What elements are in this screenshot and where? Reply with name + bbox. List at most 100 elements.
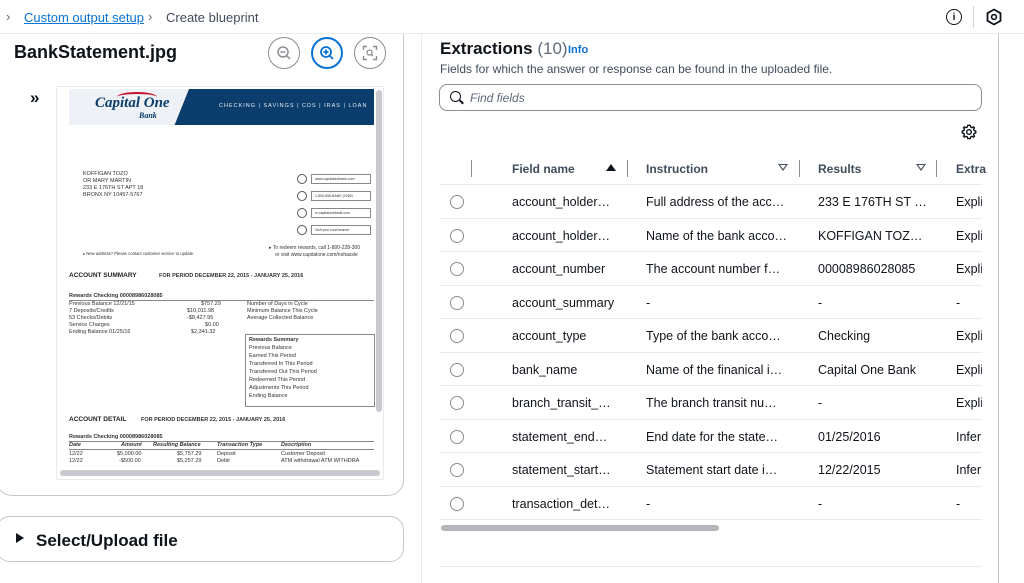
summary-right-label: Minimum Balance This Cycle xyxy=(247,308,318,314)
field-name-cell: transaction_det… xyxy=(512,496,610,511)
summary-value: -$8,427.95 xyxy=(187,315,214,321)
row-select-radio[interactable] xyxy=(450,362,464,377)
result-cell: Capital One Bank xyxy=(818,362,916,377)
breadcrumb-separator-icon: › xyxy=(148,9,153,24)
mobile-icon xyxy=(297,208,307,218)
result-cell: 12/22/2015 xyxy=(818,463,881,477)
instruction-cell: Type of the bank acco… xyxy=(646,329,781,343)
table-row[interactable]: account_holder… Name of the bank acco… K… xyxy=(440,219,982,252)
zoom-in-icon xyxy=(320,46,334,60)
result-cell: Checking xyxy=(818,329,871,343)
address-line: KOFFIGAN TOZO xyxy=(83,171,128,177)
column-header-extraction[interactable]: Extra xyxy=(956,162,986,176)
detail-header: Amount xyxy=(121,442,142,448)
extraction-type-cell: Expli xyxy=(956,362,982,377)
column-header-results[interactable]: Results xyxy=(818,162,861,176)
summary-right-label: Average Collected Balance xyxy=(247,315,314,321)
instruction-cell: Full address of the acc… xyxy=(646,195,785,209)
panel-divider xyxy=(421,34,422,583)
table-row[interactable]: statement_end… End date for the state… 0… xyxy=(440,420,982,453)
bank-header: Capital One Bank CHECKING | SAVINGS | CD… xyxy=(69,89,374,125)
account-summary-title: ACCOUNT SUMMARY xyxy=(69,272,137,279)
info-icon[interactable]: i xyxy=(946,9,962,25)
document-preview[interactable]: Capital One Bank CHECKING | SAVINGS | CD… xyxy=(56,86,384,480)
extraction-type-cell: Expli xyxy=(956,396,982,410)
address-line: OR MARY MARTIN xyxy=(83,178,131,184)
extraction-type-cell: - xyxy=(956,295,961,310)
gear-icon[interactable] xyxy=(961,124,977,140)
preview-vertical-scrollbar[interactable] xyxy=(376,90,382,412)
instruction-cell: Statement start date i… xyxy=(646,463,778,477)
detail-cell: ATM withdrawal ATM WITHDRA xyxy=(281,458,360,464)
file-name-title: BankStatement.jpg xyxy=(14,42,178,62)
account-detail-title: ACCOUNT DETAIL xyxy=(69,416,127,423)
account-summary-period: FOR PERIOD DECEMBER 22, 2015 - JANUARY 2… xyxy=(159,273,304,279)
rewards-checking-label: Rewards Checking 00008986028085 xyxy=(69,293,163,299)
table-row[interactable]: account_type Type of the bank acco… Chec… xyxy=(440,319,982,353)
breadcrumb-custom-output-setup[interactable]: Custom output setup xyxy=(24,10,144,25)
find-fields-input[interactable] xyxy=(470,89,970,107)
table-row[interactable]: bank_name Name of the finanical i… Capit… xyxy=(440,353,982,386)
column-separator[interactable] xyxy=(799,160,800,177)
row-select-radio[interactable] xyxy=(450,496,464,511)
contact-line: Visit your local branch xyxy=(315,228,350,232)
result-cell: - xyxy=(818,295,823,310)
bank-logo-sub: Bank xyxy=(139,111,157,120)
field-name-cell: account_holder… xyxy=(512,228,610,243)
result-cell: 00008986028085 xyxy=(818,262,916,276)
sort-indicator-icon[interactable] xyxy=(778,164,788,171)
detail-cell: Customer Deposit xyxy=(281,451,326,457)
extractions-card-edge xyxy=(998,34,999,583)
row-select-radio[interactable] xyxy=(450,429,464,444)
summary-value: $0.00 xyxy=(205,322,219,328)
column-separator[interactable] xyxy=(936,160,937,177)
row-select-radio[interactable] xyxy=(450,295,464,310)
table-row[interactable]: account_holder… Full address of the acc…… xyxy=(440,185,982,219)
preview-horizontal-scrollbar[interactable] xyxy=(60,470,380,476)
bank-nav: CHECKING | SAVINGS | CDS | IRAS | LOAN xyxy=(219,103,368,109)
table-horizontal-scrollbar[interactable] xyxy=(441,525,719,531)
row-select-radio[interactable] xyxy=(450,262,464,276)
field-name-cell: bank_name xyxy=(512,362,578,377)
detail-header: Date xyxy=(69,442,81,448)
row-select-radio[interactable] xyxy=(450,195,464,209)
sort-indicator-icon[interactable] xyxy=(916,164,926,171)
detail-cell: -$500.00 xyxy=(119,458,141,464)
expand-panel-icon[interactable]: » xyxy=(30,88,39,108)
instruction-cell: Name of the bank acco… xyxy=(646,228,788,243)
table-row[interactable]: statement_start… Statement start date i…… xyxy=(440,453,982,487)
fit-to-screen-button[interactable] xyxy=(354,37,386,69)
row-select-radio[interactable] xyxy=(450,329,464,343)
column-header-instruction[interactable]: Instruction xyxy=(646,162,708,176)
table-row[interactable]: account_summary - - - xyxy=(440,286,982,319)
table-row[interactable]: account_number The account number f… 000… xyxy=(440,252,982,286)
sort-ascending-icon[interactable] xyxy=(606,164,616,171)
row-select-radio[interactable] xyxy=(450,463,464,477)
summary-label: Ending Balance 01/25/16 xyxy=(69,329,131,335)
rewards-summary-line: Rewards Summary xyxy=(249,337,299,343)
result-cell: KOFFIGAN TOZ… xyxy=(818,228,923,243)
extractions-title-text: Extractions xyxy=(440,39,533,58)
caret-right-icon[interactable] xyxy=(16,533,24,543)
select-upload-label[interactable]: Select/Upload file xyxy=(36,531,178,551)
breadcrumb-toggle-icon[interactable]: › xyxy=(6,9,10,24)
contact-box: 1-800-655-BANK (2265) xyxy=(311,191,371,201)
detail-cell: 12/22 xyxy=(69,451,83,457)
table-row[interactable]: branch_transit_… The branch transit nu… … xyxy=(440,386,982,420)
zoom-in-button[interactable] xyxy=(311,37,343,69)
contact-box: Visit your local branch xyxy=(311,225,371,235)
info-link[interactable]: Info xyxy=(568,44,588,56)
column-separator[interactable] xyxy=(627,160,628,177)
row-select-radio[interactable] xyxy=(450,228,464,243)
table-row[interactable]: transaction_det… - - - xyxy=(440,487,982,520)
contact-line: m.capitalonebank.com xyxy=(315,211,351,215)
zoom-out-button[interactable] xyxy=(268,37,300,69)
rewards-summary-line: Ending Balance xyxy=(249,393,288,399)
column-header-field-name[interactable]: Field name xyxy=(512,162,575,176)
hexagon-icon[interactable] xyxy=(985,8,1003,26)
field-name-cell: account_summary xyxy=(512,295,615,310)
summary-label: Service Charges xyxy=(69,322,110,328)
row-select-radio[interactable] xyxy=(450,396,464,410)
address-line: BRONX NY 10457-5767 xyxy=(83,192,143,198)
branch-icon xyxy=(297,225,307,235)
